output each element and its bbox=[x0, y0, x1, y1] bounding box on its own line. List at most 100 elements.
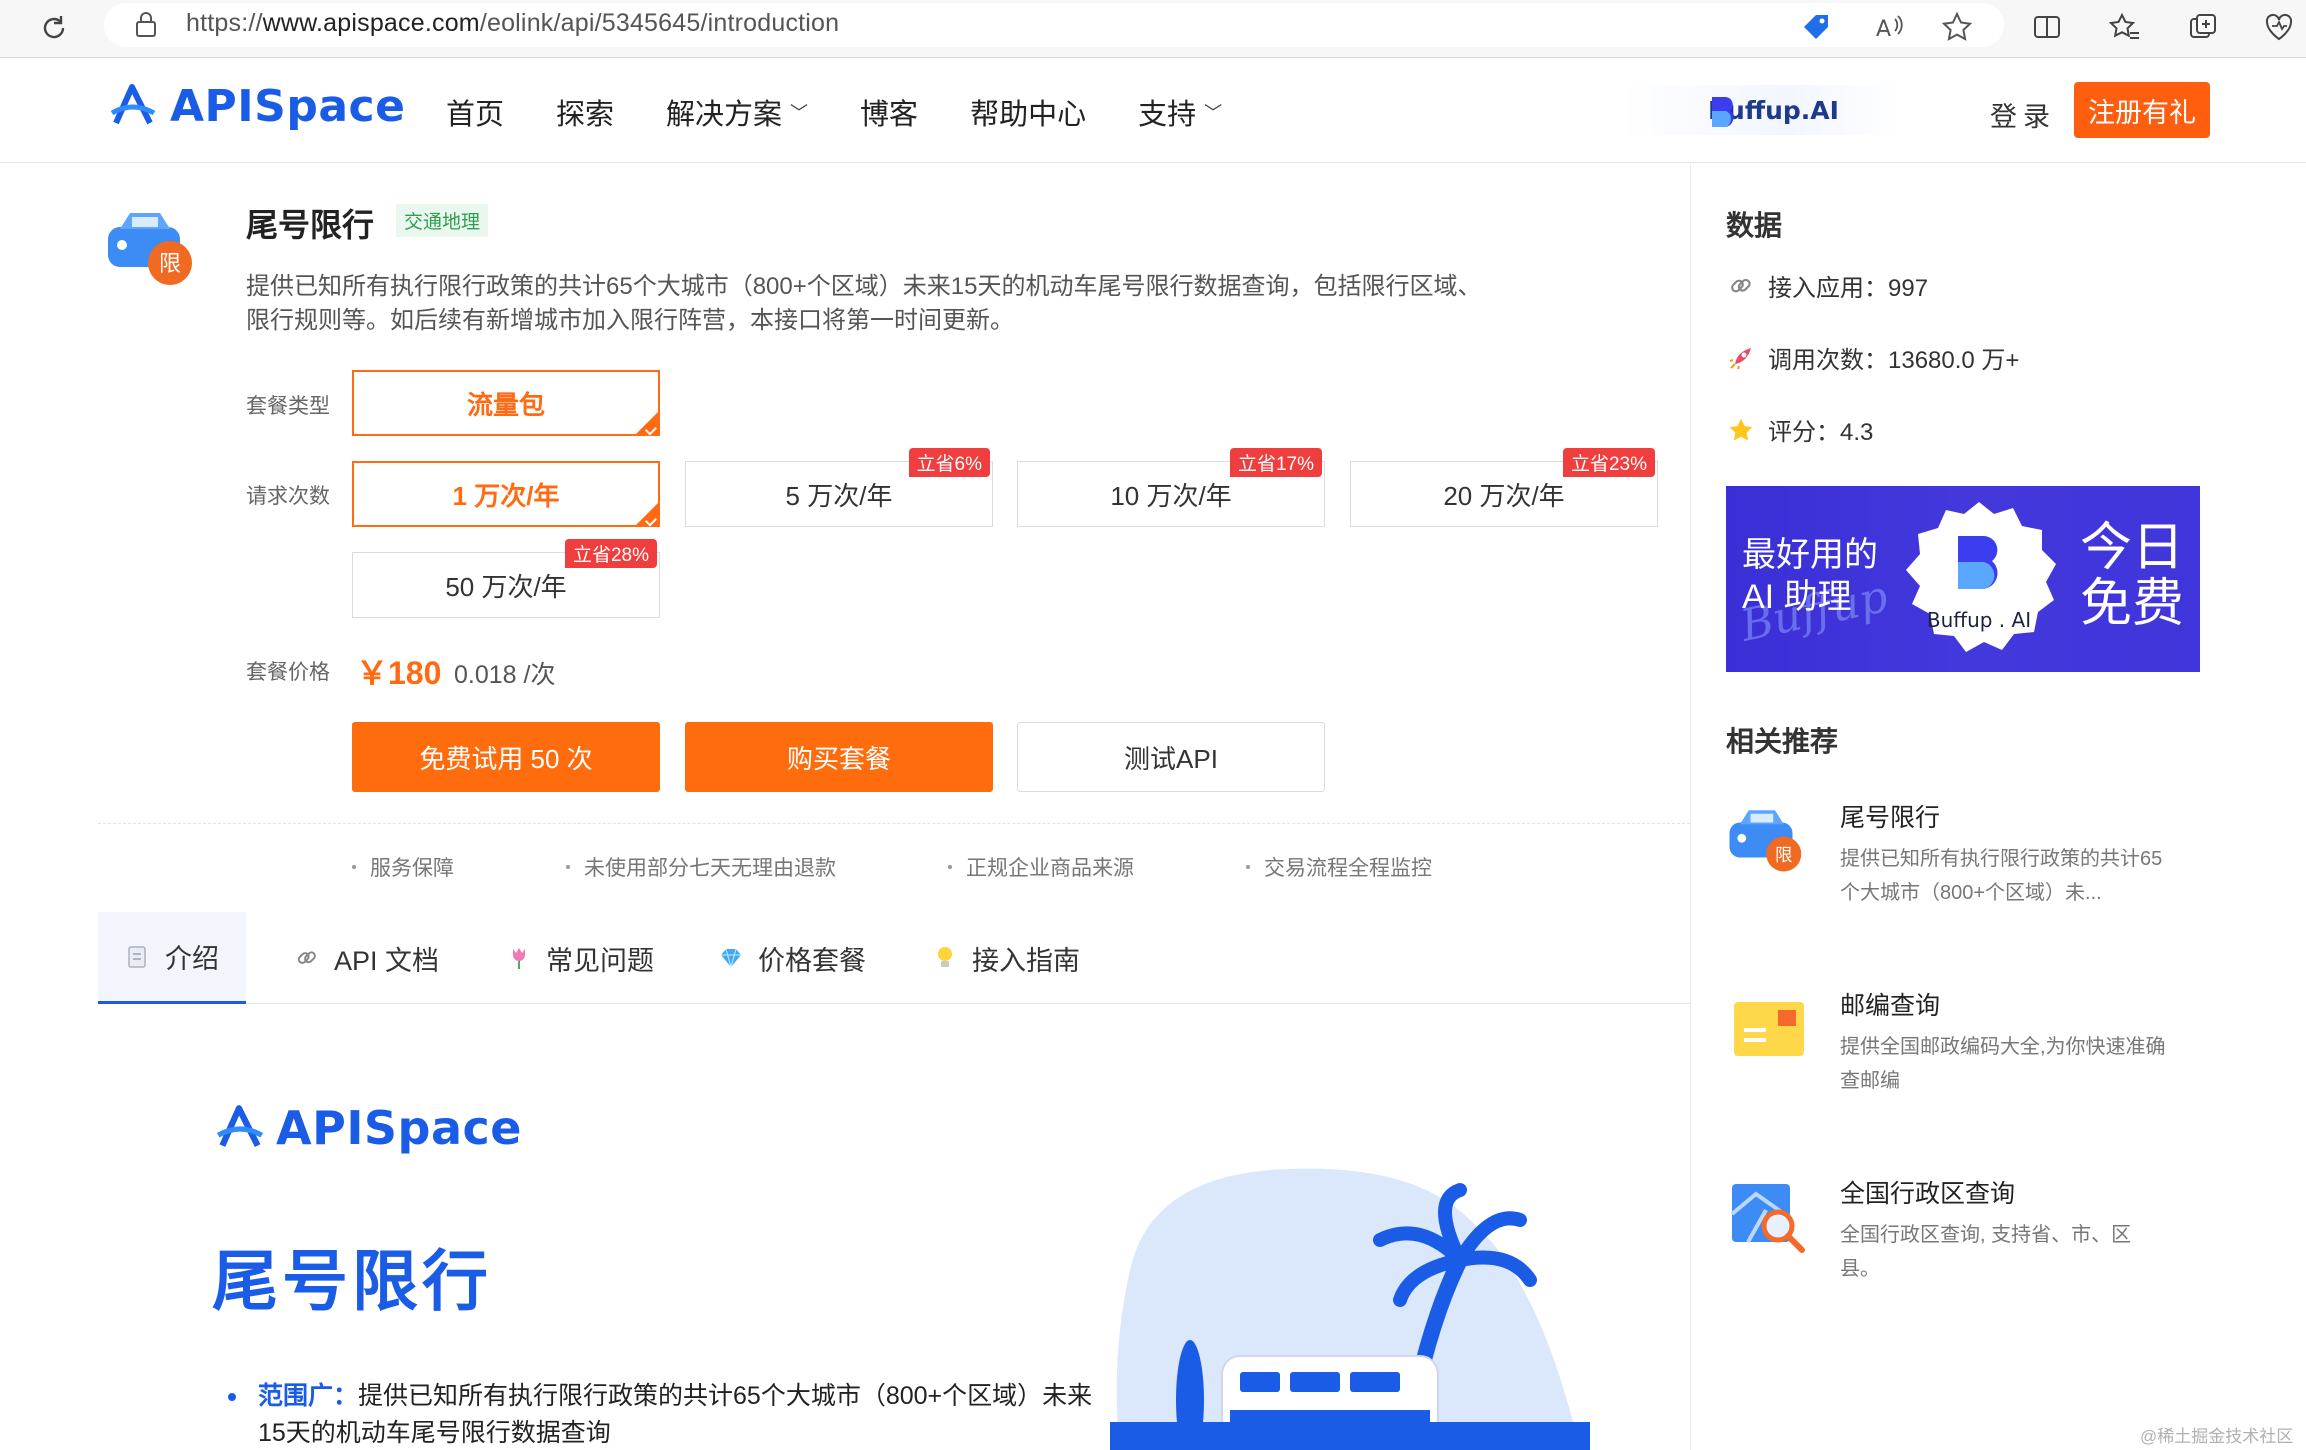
intro-bullet: 范围广：提供已知所有执行限行政策的共计65个大城市（800+个区域）未来15天的… bbox=[228, 1378, 1108, 1450]
related-desc: 提供已知所有执行限行政策的共计65个大城市（800+个区域）未... bbox=[1840, 848, 2163, 904]
related-heading: 相关推荐 bbox=[1726, 726, 1839, 757]
option-label: 流量包 bbox=[466, 389, 545, 420]
stat-value: 997 bbox=[1888, 275, 1929, 302]
site-logo[interactable]: APISpace bbox=[106, 79, 405, 133]
stat-value: 13680.0 万+ bbox=[1888, 347, 2020, 374]
ad-badge: Buffup . AI bbox=[1896, 496, 2062, 662]
discount-badge: 立省6% bbox=[908, 448, 990, 477]
nav-support[interactable]: 支持 ﹀ bbox=[1138, 91, 1222, 133]
intro-title: 尾号限行 bbox=[212, 1244, 492, 1318]
category-tag[interactable]: 交通地理 bbox=[396, 204, 489, 237]
guarantee-item: 正规企业商品来源 bbox=[948, 852, 1134, 882]
related-title: 全国行政区查询 bbox=[1840, 1180, 2016, 1208]
related-desc: 全国行政区查询, 支持省、市、区县。 bbox=[1840, 1224, 2132, 1280]
ad-right-text: 今日 免费 bbox=[2080, 520, 2184, 632]
nav-label: 博客 bbox=[860, 99, 919, 131]
unit-price: 0.018 /次 bbox=[454, 661, 556, 689]
rocket-icon bbox=[1726, 343, 1756, 373]
free-trial-button[interactable]: 免费试用 50 次 bbox=[352, 722, 660, 792]
envelope-icon bbox=[1734, 1002, 1804, 1056]
browser-toolbar: https://www.apispace.com/eolink/api/5345… bbox=[0, 0, 2306, 58]
bullet-lead: 范围广： bbox=[258, 1382, 359, 1410]
tulip-icon bbox=[506, 945, 532, 971]
star-icon bbox=[1726, 415, 1756, 445]
option-label: 20 万次/年 bbox=[1443, 480, 1565, 511]
reload-icon[interactable] bbox=[34, 8, 74, 48]
chevron-down-icon: ﹀ bbox=[790, 103, 809, 123]
request-option-50w[interactable]: 50 万次/年 立省28% bbox=[352, 539, 660, 618]
nav-label: 帮助中心 bbox=[970, 99, 1087, 131]
svg-text:A: A bbox=[1876, 17, 1891, 42]
guarantee-text: 服务保障 bbox=[370, 857, 454, 880]
tab-guide[interactable]: 接入指南 bbox=[932, 912, 1080, 1004]
request-count-label: 请求次数 bbox=[246, 485, 330, 508]
url-prefix: https:// bbox=[186, 9, 263, 37]
request-option-10w[interactable]: 10 万次/年 立省17% bbox=[1017, 448, 1325, 527]
diamond-icon bbox=[718, 945, 744, 971]
related-item[interactable]: 全国行政区查询 全国行政区查询, 支持省、市、区县。 bbox=[1726, 1174, 2156, 1304]
ad-right-line1: 今日 bbox=[2080, 519, 2185, 577]
guarantee-item: 未使用部分七天无理由退款 bbox=[566, 852, 836, 882]
tab-faq[interactable]: 常见问题 bbox=[506, 912, 654, 1004]
browser-essentials-icon[interactable] bbox=[2260, 8, 2298, 46]
tab-label: 接入指南 bbox=[972, 945, 1080, 976]
request-option-5w[interactable]: 5 万次/年 立省6% bbox=[685, 448, 993, 527]
svg-text:限: 限 bbox=[159, 252, 181, 277]
lock-icon[interactable] bbox=[132, 10, 160, 40]
logo-text: APISpace bbox=[170, 80, 406, 132]
guarantee-text: 交易流程全程监控 bbox=[1264, 857, 1432, 880]
stat-value: 4.3 bbox=[1840, 419, 1874, 446]
tab-pricing[interactable]: 价格套餐 bbox=[718, 912, 866, 1004]
stat-rating: 评分：4.3 bbox=[1726, 412, 1873, 447]
package-price: ￥180 bbox=[356, 655, 442, 691]
main-nav: 首页 探索 解决方案 ﹀ 博客 帮助中心 支持 ﹀ bbox=[446, 91, 1274, 133]
favorites-icon[interactable] bbox=[2106, 8, 2144, 46]
guarantee-text: 未使用部分七天无理由退款 bbox=[584, 857, 836, 880]
tab-label: 介绍 bbox=[165, 944, 219, 974]
buffup-ai-link[interactable]: Buffup.AI bbox=[1620, 85, 1900, 135]
url-text[interactable]: https://www.apispace.com/eolink/api/5345… bbox=[186, 9, 839, 38]
check-icon bbox=[644, 423, 658, 436]
read-aloud-icon[interactable]: A bbox=[1870, 8, 1908, 46]
option-label: 10 万次/年 bbox=[1110, 480, 1232, 511]
ad-left-line2: AI 助理 bbox=[1742, 578, 1852, 616]
collections-icon[interactable] bbox=[2184, 8, 2222, 46]
package-type-option[interactable]: 流量包 bbox=[352, 370, 660, 436]
apispace-logo-icon bbox=[216, 1105, 264, 1148]
tab-api-docs[interactable]: API 文档 bbox=[294, 912, 439, 1004]
nav-solutions[interactable]: 解决方案 ﹀ bbox=[666, 91, 808, 133]
chevron-down-icon: ﹀ bbox=[1204, 103, 1223, 123]
buy-package-button[interactable]: 购买套餐 bbox=[685, 722, 993, 792]
buffup-ad-banner[interactable]: Buffup 最好用的 AI 助理 Buffup . AI 今日 免费 bbox=[1726, 486, 2200, 672]
discount-badge: 立省28% bbox=[564, 539, 657, 568]
tab-introduction[interactable]: 介绍 bbox=[98, 912, 246, 1004]
related-item[interactable]: 限 尾号限行 提供已知所有执行限行政策的共计65个大城市（800+个区域）未..… bbox=[1726, 798, 2162, 928]
guarantee-text: 正规企业商品来源 bbox=[966, 857, 1134, 880]
nav-explore[interactable]: 探索 bbox=[556, 91, 614, 133]
request-option-1w[interactable]: 1 万次/年 bbox=[352, 461, 660, 527]
related-title: 尾号限行 bbox=[1840, 804, 1941, 832]
guarantee-item: 交易流程全程监控 bbox=[1246, 852, 1432, 882]
nav-home[interactable]: 首页 bbox=[446, 91, 504, 133]
stat-calls: 调用次数：13680.0 万+ bbox=[1726, 340, 2019, 375]
split-screen-icon[interactable] bbox=[2028, 8, 2066, 46]
check-icon bbox=[644, 514, 658, 527]
ad-right-line2: 免费 bbox=[2080, 575, 2185, 633]
data-heading: 数据 bbox=[1726, 210, 1783, 241]
url-host: www.apispace.com bbox=[262, 9, 480, 37]
test-api-button[interactable]: 测试API bbox=[1017, 722, 1325, 792]
nav-blog[interactable]: 博客 bbox=[860, 91, 918, 133]
related-item[interactable]: 邮编查询 提供全国邮政编码大全,为你快速准确查邮编 bbox=[1726, 986, 2166, 1116]
login-link[interactable]: 登录 bbox=[1990, 95, 2056, 134]
lightbulb-icon bbox=[932, 945, 958, 971]
buffup-badge-icon bbox=[1906, 502, 2056, 652]
nav-help-center[interactable]: 帮助中心 bbox=[970, 91, 1086, 133]
watermark: @稀土掘金技术社区 bbox=[2140, 1427, 2294, 1446]
register-button[interactable]: 注册有礼 bbox=[2074, 82, 2210, 138]
favorite-star-icon[interactable] bbox=[1938, 8, 1976, 46]
tab-label: 常见问题 bbox=[546, 945, 654, 976]
svg-text:限: 限 bbox=[1775, 846, 1793, 866]
tag-extension-icon[interactable] bbox=[1797, 8, 1835, 46]
request-option-20w[interactable]: 20 万次/年 立省23% bbox=[1350, 448, 1658, 527]
related-desc: 提供全国邮政编码大全,为你快速准确查邮编 bbox=[1840, 1036, 2166, 1092]
